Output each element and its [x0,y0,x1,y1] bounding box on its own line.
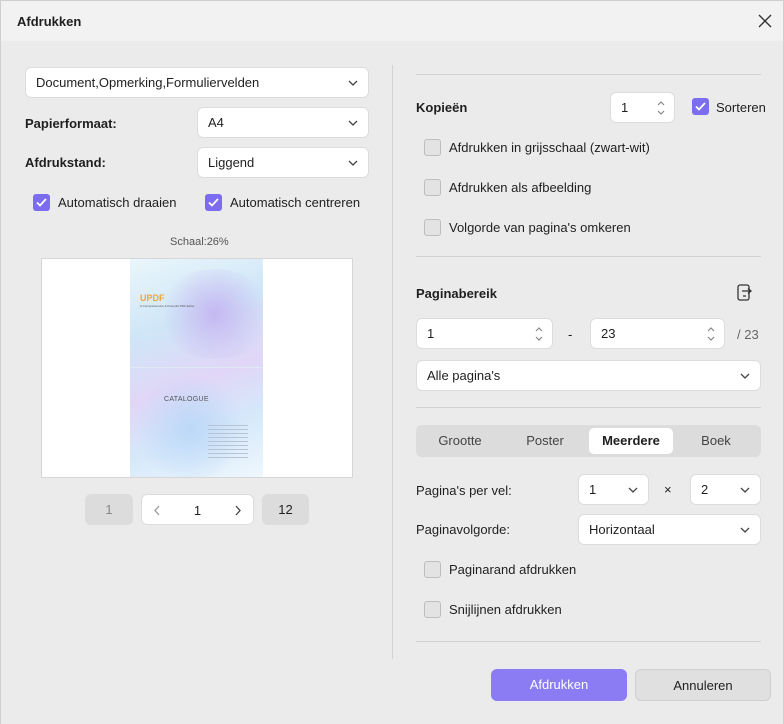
last-page-button[interactable]: 12 [262,494,309,525]
close-icon[interactable] [757,13,773,29]
range-to-value: 23 [601,326,616,341]
chevron-left-icon[interactable] [152,505,162,516]
chevron-down-icon [348,120,358,126]
auto-center-label: Automatisch centreren [230,195,361,210]
times-sign: × [664,482,672,497]
first-page-button[interactable]: 1 [85,494,133,525]
up-down-arrows-icon[interactable] [534,324,544,344]
chevron-down-icon [348,160,358,166]
preview-catalogue: CATALOGUE [164,396,209,403]
range-from-value: 1 [427,326,435,341]
copies-label: Kopieën [416,100,468,115]
orientation-select[interactable]: Liggend [197,147,369,178]
cut-lines-checkbox[interactable] [424,601,441,618]
reverse-order-label: Volgorde van pagina's omkeren [449,220,631,235]
range-dash: - [568,327,573,342]
tab-meerdere[interactable]: Meerdere [589,428,673,454]
check-icon [695,102,706,111]
preview-toc-lines [208,422,248,458]
preview-page: UPDF A Comprehensive & Powerful PDF Edit… [130,259,263,477]
pages-per-sheet-cols-select[interactable]: 1 [578,474,649,505]
page-range-mode-value: Alle pagina's [427,368,501,383]
pages-per-sheet-label: Pagina's per vel: [416,483,512,498]
page-order-value: Horizontaal [589,522,655,537]
page-range-label: Paginabereik [416,286,497,301]
copies-stepper[interactable]: 1 [610,92,675,123]
layout-tabs: Grootte Poster Meerdere Boek [416,425,761,457]
paper-size-label: Papierformaat: [25,116,117,131]
paper-size-select[interactable]: A4 [197,107,369,138]
divider [416,74,761,75]
check-icon [36,198,47,207]
preview-subtitle: A Comprehensive & Powerful PDF Editor [140,304,195,308]
current-page[interactable]: 1 [194,503,201,518]
auto-rotate-label: Automatisch draaien [58,195,177,210]
cancel-button[interactable]: Annuleren [635,669,771,701]
range-to-stepper[interactable]: 23 [590,318,725,349]
page-swap-icon[interactable] [736,283,754,303]
as-image-checkbox[interactable] [424,179,441,196]
check-icon [208,198,219,207]
chevron-down-icon [740,487,750,493]
page-navigator: 1 [141,494,254,525]
column-divider [392,65,393,659]
print-content-select[interactable]: Document,Opmerking,Formuliervelden [25,67,369,98]
page-order-select[interactable]: Horizontaal [578,514,761,545]
page-order-label: Paginavolgorde: [416,522,510,537]
range-from-stepper[interactable]: 1 [416,318,553,349]
divider [416,407,761,408]
chevron-down-icon [628,487,638,493]
dialog-title: Afdrukken [17,14,82,29]
collate-checkbox[interactable] [692,98,709,115]
as-image-label: Afdrukken als afbeelding [449,180,592,195]
divider [416,641,761,642]
up-down-arrows-icon[interactable] [706,324,716,344]
reverse-order-checkbox[interactable] [424,219,441,236]
chevron-down-icon [740,373,750,379]
print-border-checkbox[interactable] [424,561,441,578]
title-bar: Afdrukken [1,1,783,41]
print-preview: UPDF A Comprehensive & Powerful PDF Edit… [41,258,353,478]
auto-center-checkbox[interactable] [205,194,222,211]
paper-size-value: A4 [208,115,224,130]
range-total: / 23 [737,327,759,342]
pages-per-sheet-cols-value: 1 [589,482,597,497]
copies-value: 1 [621,100,629,115]
collate-label: Sorteren [716,100,766,115]
divider [416,256,761,257]
tab-poster[interactable]: Poster [504,428,586,454]
tab-boek[interactable]: Boek [675,428,757,454]
auto-rotate-checkbox[interactable] [33,194,50,211]
up-down-arrows-icon[interactable] [656,98,666,118]
page-range-mode-select[interactable]: Alle pagina's [416,360,761,391]
scale-label: Schaal:26% [170,236,229,248]
chevron-down-icon [348,80,358,86]
grayscale-label: Afdrukken in grijsschaal (zwart-wit) [449,140,650,155]
preview-logo: UPDF [140,293,165,303]
print-content-value: Document,Opmerking,Formuliervelden [36,75,260,90]
print-border-label: Paginarand afdrukken [449,562,577,577]
chevron-right-icon[interactable] [233,505,243,516]
cut-lines-label: Snijlijnen afdrukken [449,602,562,617]
dialog-content: Document,Opmerking,Formuliervelden Papie… [1,41,783,724]
orientation-label: Afdrukstand: [25,155,106,170]
chevron-down-icon [740,527,750,533]
pages-per-sheet-rows-select[interactable]: 2 [690,474,761,505]
tab-grootte[interactable]: Grootte [419,428,501,454]
print-dialog: Afdrukken Document,Opmerking,Formulierve… [0,0,784,724]
orientation-value: Liggend [208,155,255,170]
grayscale-checkbox[interactable] [424,139,441,156]
print-button[interactable]: Afdrukken [491,669,627,701]
pages-per-sheet-rows-value: 2 [701,482,709,497]
